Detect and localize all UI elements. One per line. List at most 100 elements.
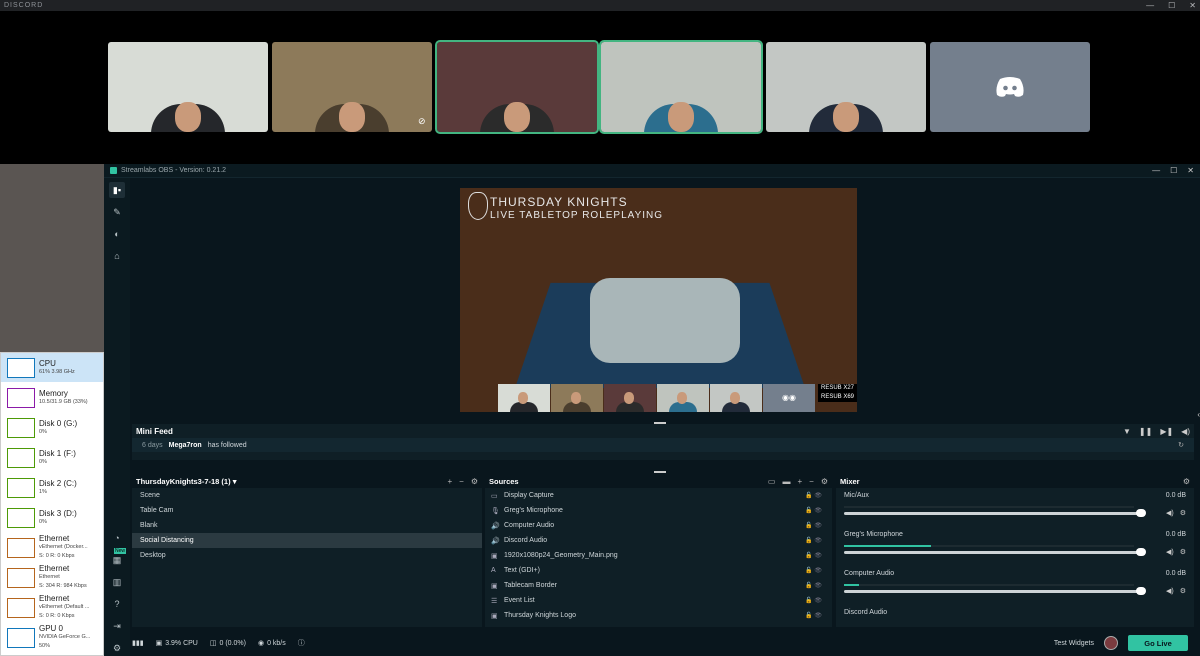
discord-minimize-button[interactable]: — bbox=[1146, 1, 1154, 10]
list-item[interactable]: Disk 0 (G:) 0% bbox=[1, 413, 103, 443]
source-type-icon: ▭ bbox=[491, 492, 498, 500]
remove-scene-button[interactable]: − bbox=[459, 477, 464, 486]
scene-item[interactable]: Desktop bbox=[132, 548, 482, 563]
test-widgets-button[interactable]: Test Widgets bbox=[1054, 640, 1094, 647]
skip-icon[interactable]: ▶❚ bbox=[1160, 427, 1173, 436]
visibility-eye-icon[interactable]: 👁 bbox=[814, 598, 822, 604]
lock-icon[interactable]: 🔓 bbox=[805, 613, 812, 619]
volume-slider-handle[interactable] bbox=[1136, 587, 1146, 595]
list-item[interactable]: Disk 1 (F:) 0% bbox=[1, 443, 103, 473]
mixer-settings-gear-icon[interactable]: ⚙ bbox=[1183, 477, 1190, 486]
logout-icon[interactable]: ⇥ bbox=[109, 618, 125, 634]
visibility-eye-icon[interactable]: 👁 bbox=[814, 583, 822, 589]
list-item[interactable]: Memory 10.5/31.9 GB (33%) bbox=[1, 383, 103, 413]
remove-source-button[interactable]: − bbox=[809, 477, 814, 486]
channel-settings-gear-icon[interactable]: ⚙ bbox=[1180, 509, 1186, 517]
source-item[interactable]: ▣ Tablecam Border 🔓 👁 bbox=[485, 578, 832, 593]
mixer-channel: Computer Audio 0.0 dB ◀) ⚙ bbox=[844, 570, 1186, 595]
video-tile[interactable] bbox=[930, 42, 1090, 132]
lock-icon[interactable]: 🔓 bbox=[805, 493, 812, 499]
store-icon[interactable]: ⌂ bbox=[109, 248, 125, 264]
visibility-eye-icon[interactable]: 👁 bbox=[814, 523, 822, 529]
visibility-eye-icon[interactable]: 👁 bbox=[814, 538, 822, 544]
performance-icon[interactable]: ▮▮▮ bbox=[132, 639, 144, 647]
layout-icon[interactable]: ▥ bbox=[109, 574, 125, 590]
go-live-button[interactable]: Go Live bbox=[1128, 635, 1188, 651]
source-item[interactable]: ▣ 1920x1080p24_Geometry_Main.png 🔓 👁 bbox=[485, 548, 832, 563]
speaker-icon[interactable]: ◀) bbox=[1166, 548, 1174, 556]
source-item[interactable]: 🎙 Greg's Microphone 🔓 👁 bbox=[485, 503, 832, 518]
discord-close-button[interactable]: ✕ bbox=[1189, 1, 1196, 10]
volume-slider[interactable] bbox=[844, 590, 1140, 593]
obs-minimize-button[interactable]: — bbox=[1152, 166, 1160, 175]
folder-icon[interactable]: ▭ bbox=[768, 477, 776, 486]
stream-preview[interactable]: THURSDAY KNIGHTS LIVE TABLETOP ROLEPLAYI… bbox=[132, 184, 1194, 413]
volume-slider[interactable] bbox=[844, 551, 1140, 554]
video-tile[interactable] bbox=[108, 42, 268, 132]
list-item[interactable]: Disk 2 (C:) 1% bbox=[1, 473, 103, 503]
scene-item[interactable]: Table Cam bbox=[132, 503, 482, 518]
list-item[interactable]: CPU 61% 3.98 GHz bbox=[1, 353, 103, 383]
visibility-eye-icon[interactable]: 👁 bbox=[814, 613, 822, 619]
scene-item[interactable]: Blank bbox=[132, 518, 482, 533]
list-item[interactable]: Ethernet vEthernet (Default ... S: 0 R: 0 … bbox=[1, 593, 103, 623]
refresh-icon[interactable]: ↻ bbox=[1178, 441, 1184, 449]
channel-settings-gear-icon[interactable]: ⚙ bbox=[1180, 548, 1186, 556]
channel-settings-gear-icon[interactable]: ⚙ bbox=[1180, 587, 1186, 595]
studio-mode-icon[interactable]: ▮▪ bbox=[109, 182, 125, 198]
lock-icon[interactable]: 🔓 bbox=[805, 568, 812, 574]
list-item[interactable]: GPU 0 NVIDIA GeForce G... 50% bbox=[1, 623, 103, 653]
source-item[interactable]: 🔊 Computer Audio 🔓 👁 bbox=[485, 518, 832, 533]
source-item[interactable]: A Text (GDI+) 🔓 👁 bbox=[485, 563, 832, 578]
scene-item[interactable]: Social Distancing bbox=[132, 533, 482, 548]
scene-settings-gear-icon[interactable]: ⚙ bbox=[471, 477, 478, 486]
scene-collection-title[interactable]: ThursdayKnights3-7-18 (1) ▾ bbox=[136, 477, 236, 486]
filter-icon[interactable]: ▼ bbox=[1123, 427, 1131, 436]
info-icon[interactable]: ⓘ bbox=[298, 638, 305, 648]
lock-icon[interactable]: 🔓 bbox=[805, 553, 812, 559]
source-item[interactable]: ▣ Thursday Knights Logo 🔓 👁 bbox=[485, 608, 832, 623]
editor-icon[interactable]: ✎ bbox=[109, 204, 125, 220]
video-tile[interactable] bbox=[766, 42, 926, 132]
dashboard-icon[interactable]: ◐ bbox=[109, 226, 125, 242]
add-folder-icon[interactable]: ▬ bbox=[782, 477, 790, 486]
lock-icon[interactable]: 🔓 bbox=[805, 508, 812, 514]
visibility-eye-icon[interactable]: 👁 bbox=[814, 493, 822, 499]
apps-icon[interactable]: ▦ bbox=[109, 552, 125, 568]
speaker-icon[interactable]: ◀) bbox=[1166, 587, 1174, 595]
video-tile[interactable]: ⊘ bbox=[272, 42, 432, 132]
volume-slider-handle[interactable] bbox=[1136, 509, 1146, 517]
source-item[interactable]: 🔊 Discord Audio 🔓 👁 bbox=[485, 533, 832, 548]
volume-slider[interactable] bbox=[844, 512, 1140, 515]
list-item[interactable]: Disk 3 (D:) 0% bbox=[1, 503, 103, 533]
add-scene-button[interactable]: + bbox=[447, 477, 452, 486]
pause-icon[interactable]: ❚❚ bbox=[1139, 427, 1152, 436]
visibility-eye-icon[interactable]: 👁 bbox=[814, 508, 822, 514]
list-item[interactable]: Ethernet Ethernet S: 304 R: 984 Kbps bbox=[1, 563, 103, 593]
lock-icon[interactable]: 🔓 bbox=[805, 598, 812, 604]
settings-gear-icon[interactable]: ⚙ bbox=[109, 640, 125, 656]
visibility-eye-icon[interactable]: 👁 bbox=[814, 568, 822, 574]
volume-icon[interactable]: ◀) bbox=[1181, 427, 1190, 436]
source-item[interactable]: ☰ Event List 🔓 👁 bbox=[485, 593, 832, 608]
list-item[interactable]: Ethernet vEthernet (Docker... S: 0 R: 0 Kb… bbox=[1, 533, 103, 563]
source-settings-gear-icon[interactable]: ⚙ bbox=[821, 477, 828, 486]
help-icon[interactable]: ? bbox=[109, 596, 125, 612]
lock-icon[interactable]: 🔓 bbox=[805, 523, 812, 529]
obs-maximize-button[interactable]: ☐ bbox=[1170, 166, 1177, 175]
panel-resize-handle[interactable] bbox=[654, 471, 666, 473]
add-source-button[interactable]: + bbox=[797, 477, 802, 486]
volume-slider-handle[interactable] bbox=[1136, 548, 1146, 556]
visibility-eye-icon[interactable]: 👁 bbox=[814, 553, 822, 559]
speaker-icon[interactable]: ◀) bbox=[1166, 509, 1174, 517]
highlighter-icon[interactable]: ◔ bbox=[109, 530, 125, 546]
discord-maximize-button[interactable]: ☐ bbox=[1168, 1, 1175, 10]
avatar[interactable] bbox=[1104, 636, 1118, 650]
scene-item[interactable]: Scene bbox=[132, 488, 482, 503]
video-tile[interactable] bbox=[435, 40, 599, 134]
lock-icon[interactable]: 🔓 bbox=[805, 538, 812, 544]
lock-icon[interactable]: 🔓 bbox=[805, 583, 812, 589]
obs-close-button[interactable]: ✕ bbox=[1187, 166, 1194, 175]
source-item[interactable]: ▭ Display Capture 🔓 👁 bbox=[485, 488, 832, 503]
video-tile[interactable] bbox=[599, 40, 763, 134]
